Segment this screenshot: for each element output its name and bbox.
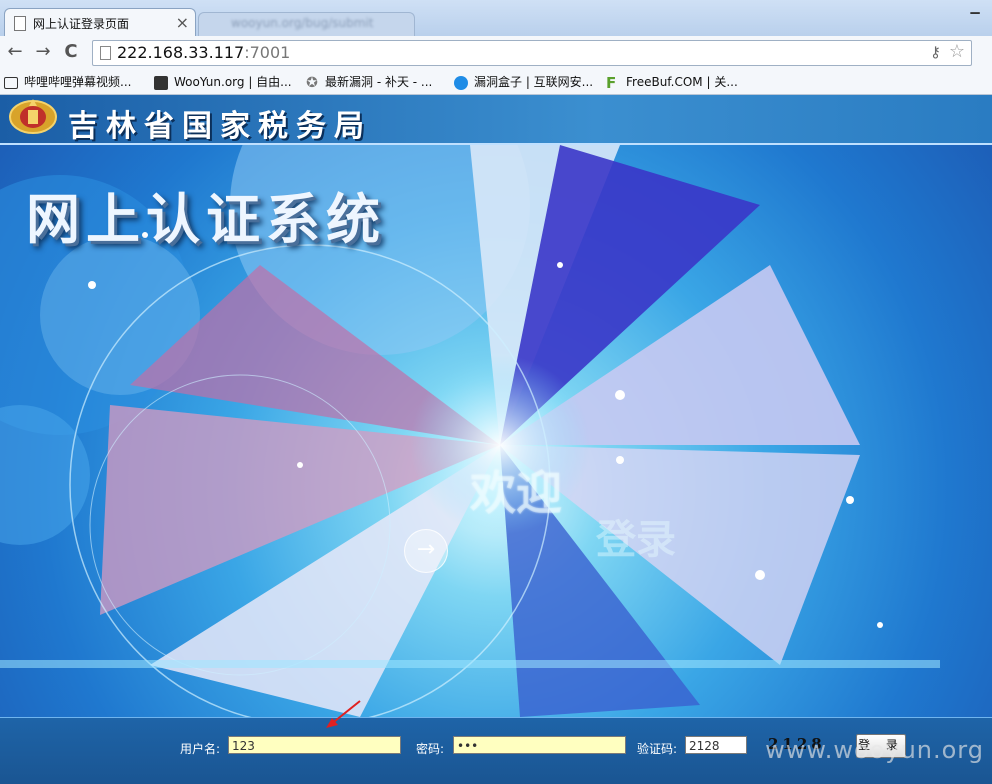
captcha-input[interactable]: 2128 (685, 736, 747, 754)
tax-emblem-icon (9, 99, 57, 134)
captcha-label: 验证码: (637, 742, 678, 756)
active-tab[interactable]: 网上认证登录页面 × (4, 8, 196, 37)
bookmark-butian[interactable]: ✪ 最新漏洞 - 补天 - ... (305, 73, 432, 91)
butian-icon: ✪ (306, 74, 318, 91)
bookmark-wooyun[interactable]: WooYun.org | 自由... (154, 73, 292, 91)
password-label: 密码: (416, 742, 445, 756)
page-icon (14, 16, 26, 31)
page-info-icon[interactable] (100, 46, 111, 60)
site-header: 吉林省国家税务局 (0, 95, 992, 145)
bookmark-star-icon[interactable]: ☆ (949, 41, 965, 62)
arrow-right-icon: → (404, 529, 448, 573)
freebuf-icon: F (606, 73, 617, 92)
minimize-icon[interactable]: ▁ (964, 0, 986, 16)
key-icon[interactable]: ⚷ (930, 43, 941, 61)
web-page: 吉林省国家税务局 网上认证系统 欢迎 登录 → 用户名: 123 密码: •••… (0, 95, 992, 784)
tab-title: 网上认证登录页面 (33, 17, 130, 31)
annotation-arrow-icon (326, 700, 361, 728)
forward-button[interactable]: → (32, 41, 54, 63)
reload-button[interactable]: C (60, 41, 82, 63)
bookmark-vulbox[interactable]: 漏洞盒子 | 互联网安... (454, 73, 593, 91)
browser-tab-strip: 网上认证登录页面 × wooyun.org/bug/submit ▁ (0, 0, 992, 37)
bookmark-freebuf[interactable]: F FreeBuf.COM | 关... (606, 73, 738, 91)
hero-banner: 网上认证系统 欢迎 登录 → (0, 145, 992, 717)
bookmarks-bar: 哔哩哔哩弹幕视频... WooYun.org | 自由... ✪ 最新漏洞 - 补… (0, 70, 992, 95)
inactive-tab[interactable]: wooyun.org/bug/submit (198, 12, 415, 37)
url-host: 222.168.33.117:7001 (117, 43, 291, 62)
url-port: :7001 (244, 43, 291, 62)
watermark: www.wooyun.org (765, 736, 984, 764)
username-label: 用户名: (180, 742, 221, 756)
back-button[interactable]: ← (4, 41, 26, 63)
bookmark-bilibili[interactable]: 哔哩哔哩弹幕视频... (4, 73, 131, 91)
system-title: 网上认证系统 (26, 188, 386, 251)
bilibili-icon (4, 76, 18, 89)
vulbox-icon (454, 75, 468, 90)
header-title: 吉林省国家税务局 (68, 109, 372, 144)
wooyun-icon (154, 75, 168, 90)
address-bar[interactable]: 222.168.33.117:7001 ⚷ ☆ (92, 40, 972, 66)
login-text-decor: 登录 (596, 517, 676, 563)
username-input[interactable]: 123 (228, 736, 401, 754)
welcome-text: 欢迎 (470, 466, 562, 520)
tab-close-icon[interactable]: × (176, 13, 189, 32)
browser-toolbar: ← → C 222.168.33.117:7001 ⚷ ☆ (0, 36, 992, 71)
inactive-tab-title: wooyun.org/bug/submit (231, 16, 374, 30)
login-form: 用户名: 123 密码: ••• 验证码: 2128 2128 登 录 www.… (0, 717, 992, 784)
password-input[interactable]: ••• (453, 736, 626, 754)
